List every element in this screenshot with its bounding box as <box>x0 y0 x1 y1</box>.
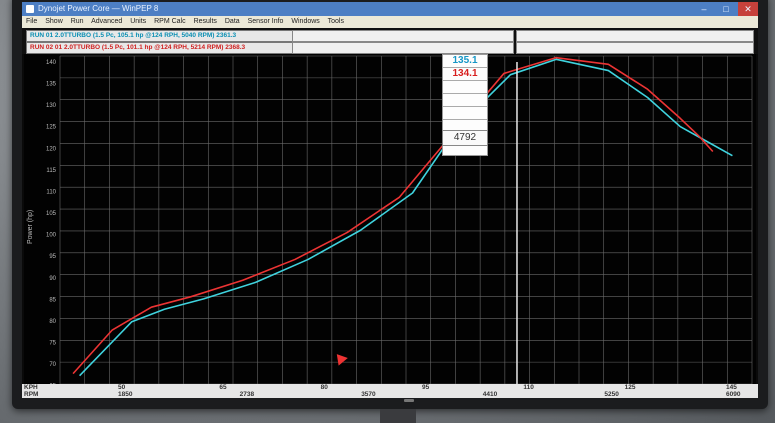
x-tick-rpm-label: 6090 <box>726 391 741 398</box>
y-tick-label: 100 <box>46 233 57 239</box>
x-tick-speed-label: 125 <box>624 384 636 391</box>
power-chart: 140 135 130 125 120 115 110 105 100 95 90 85 80 75 70 6… <box>27 55 753 390</box>
y-tick-labels: 1401351301251201151101051009590858075706… <box>46 60 57 390</box>
x-tick-speed-label: 110 <box>523 384 534 391</box>
menu-tools[interactable]: Tools <box>328 18 344 25</box>
menu-advanced[interactable]: Advanced <box>91 18 122 25</box>
y-tick-label: 140 <box>46 60 57 66</box>
y-tick-label: 70 <box>49 362 56 368</box>
menu-file[interactable]: File <box>26 18 37 25</box>
x-tick-rpm-label: 4410 <box>482 391 498 398</box>
monitor-stand <box>380 409 416 423</box>
window-title: Dynojet Power Core — WinPEP 8 <box>38 4 159 13</box>
dyno-app-window: Dynojet Power Core — WinPEP 8 – □ ✕ File… <box>22 2 758 398</box>
y-tick-label: 85 <box>49 297 56 303</box>
x-tick-speed-label: 65 <box>219 384 227 391</box>
minimize-button[interactable]: – <box>694 2 714 16</box>
menu-rpm-calc[interactable]: RPM Calc <box>154 18 186 25</box>
run-2-bar[interactable]: RUN 02 01 2.0TTURBO (1.5 Pc, 101.1 hp @1… <box>26 42 293 54</box>
y-tick-label: 75 <box>49 341 56 347</box>
x-axis-bar: KPH 50 65 80 95 110 125 145 RPM 1850 2738 3570 44… <box>22 384 758 398</box>
run-1-bar[interactable]: RUN 01 2.0TTURBO (1.5 Pc, 105.1 hp @124 … <box>26 30 293 42</box>
y-tick-label: 135 <box>46 82 57 88</box>
x-tick-speed-label: 145 <box>726 384 737 391</box>
series-line-2 <box>72 56 714 375</box>
menu-sensor-info[interactable]: Sensor Info <box>248 18 284 25</box>
x-tick-rpm-label: 1850 <box>118 391 133 398</box>
y-axis-label: Power (hp) <box>27 210 34 244</box>
readout-empty-5 <box>443 107 487 120</box>
x-tick-speed-label: 95 <box>422 384 430 391</box>
readout-empty-3 <box>443 81 487 94</box>
menu-data[interactable]: Data <box>225 18 240 25</box>
x-row2-label: RPM <box>24 391 39 398</box>
close-button[interactable]: ✕ <box>738 2 758 16</box>
y-tick-label: 95 <box>49 254 56 260</box>
y-tick-label: 125 <box>46 125 57 131</box>
menu-show[interactable]: Show <box>45 18 63 25</box>
power-plot[interactable]: 140 135 130 125 120 115 110 105 100 95 90 85 80 75 70 6… <box>24 54 756 390</box>
monitor-logo <box>404 399 414 402</box>
menu-bar: File Show Run Advanced Units RPM Calc Re… <box>22 16 758 28</box>
menu-units[interactable]: Units <box>130 18 146 25</box>
y-tick-label: 90 <box>49 276 56 282</box>
menu-run[interactable]: Run <box>71 18 84 25</box>
x-axis-rpm-row: RPM 1850 2738 3570 4410 5250 6090 <box>22 391 758 398</box>
readout-empty-4 <box>443 94 487 107</box>
maximize-button[interactable]: □ <box>716 2 736 16</box>
x-tick-speed-label: 80 <box>320 384 328 391</box>
monitor-bezel: Dynojet Power Core — WinPEP 8 – □ ✕ File… <box>12 0 768 409</box>
x-axis-speed-row: KPH 50 65 80 95 110 125 145 <box>22 384 758 391</box>
run-slot-5[interactable] <box>516 30 754 42</box>
chart-grid <box>59 55 753 385</box>
y-tick-label: 110 <box>46 189 56 195</box>
run-slot-4[interactable] <box>292 42 514 54</box>
y-tick-label: 80 <box>49 319 56 325</box>
x-tick-speed-label: 50 <box>118 384 126 391</box>
y-tick-label: 105 <box>46 211 57 217</box>
run-info-panel: RUN 01 2.0TTURBO (1.5 Pc, 105.1 hp @124 … <box>22 28 758 54</box>
y-tick-label: 115 <box>46 168 56 174</box>
x-tick-rpm-label: 2738 <box>239 391 255 398</box>
title-bar: Dynojet Power Core — WinPEP 8 – □ ✕ <box>22 2 758 16</box>
y-tick-label: 120 <box>46 146 57 152</box>
app-icon <box>26 5 34 13</box>
menu-windows[interactable]: Windows <box>291 18 319 25</box>
menu-results[interactable]: Results <box>194 18 217 25</box>
x-tick-rpm-label: 5250 <box>604 391 619 398</box>
readout-run-1: 135.1 <box>443 55 487 68</box>
x-tick-rpm-label: 3570 <box>361 391 376 398</box>
run-slot-3[interactable] <box>292 30 514 42</box>
readout-run-2: 134.1 <box>443 68 487 81</box>
run-slot-6[interactable] <box>516 42 754 54</box>
series-lines <box>72 56 733 377</box>
x-row1-label: KPH <box>24 384 38 391</box>
y-tick-label: 130 <box>46 103 57 109</box>
cursor-rpm-readout: 4792 <box>442 130 488 146</box>
